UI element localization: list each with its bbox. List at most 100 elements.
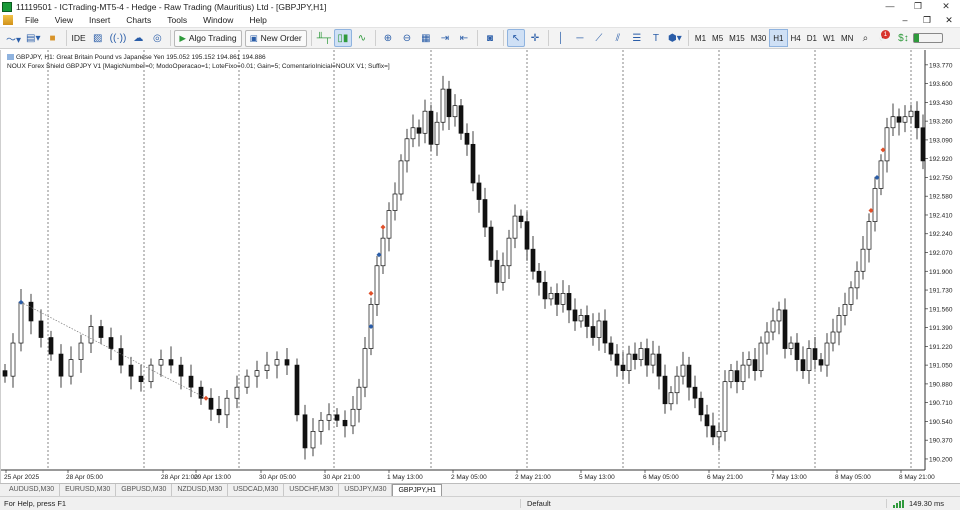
menu-help[interactable]: Help bbox=[241, 13, 274, 27]
bearish-candle bbox=[98, 326, 104, 338]
bullish-candle bbox=[674, 375, 680, 394]
toolbar-separator bbox=[65, 30, 67, 46]
vertical-line-icon[interactable]: │ bbox=[552, 29, 570, 47]
new-order-button[interactable]: ▣ New Order bbox=[244, 29, 307, 47]
tile-windows-icon[interactable]: ▦ bbox=[417, 29, 435, 47]
cloud-icon[interactable]: ☁ bbox=[129, 29, 147, 47]
toolbar-separator bbox=[310, 30, 312, 46]
bearish-candle bbox=[416, 127, 422, 134]
chart-window[interactable]: 193.770 193.600 193.430 193.260 193.090 192.9… bbox=[0, 50, 960, 483]
timeframe-d1[interactable]: D1 bbox=[804, 29, 820, 47]
ide-button[interactable]: IDE bbox=[70, 29, 88, 47]
timeframe-h4[interactable]: H4 bbox=[788, 29, 804, 47]
chart-tab-usdchf[interactable]: USDCHF,M30 bbox=[284, 484, 340, 496]
screenshot-icon[interactable]: ◙ bbox=[481, 29, 499, 47]
timeframe-mn[interactable]: MN bbox=[838, 29, 856, 47]
horizontal-line-icon[interactable]: ─ bbox=[571, 29, 589, 47]
vps-icon[interactable]: ◎ bbox=[148, 29, 166, 47]
bearish-candle bbox=[334, 414, 340, 421]
candlestick-chart[interactable]: 193.770 193.600 193.430 193.260 193.090 192.9… bbox=[1, 50, 960, 483]
cursor-icon[interactable]: ↖ bbox=[506, 29, 525, 47]
bullish-candle bbox=[318, 419, 324, 432]
market-icon[interactable]: ■ bbox=[44, 29, 62, 47]
search-icon[interactable]: ⌕ bbox=[856, 29, 874, 47]
bullish-candle bbox=[440, 88, 446, 123]
timeframe-h1[interactable]: H1 bbox=[769, 29, 788, 47]
bullish-candle bbox=[596, 320, 602, 338]
timeframe-m15[interactable]: M15 bbox=[726, 29, 748, 47]
bearish-candle bbox=[710, 425, 716, 438]
status-profile[interactable]: Default bbox=[520, 499, 886, 508]
menu-window[interactable]: Window bbox=[195, 13, 241, 27]
symbol-icon bbox=[7, 54, 14, 61]
chart-tab-gbpjpy[interactable]: GBPJPY,H1 bbox=[392, 483, 443, 497]
status-ping-value: 149.30 ms bbox=[909, 499, 945, 508]
child-close-button[interactable]: ✕ bbox=[938, 15, 960, 26]
scroll-chart-icon[interactable]: ⇥ bbox=[436, 29, 454, 47]
bearish-candle bbox=[536, 270, 542, 283]
line-type-icon[interactable]: ∿ bbox=[353, 29, 371, 47]
close-button[interactable]: ✕ bbox=[932, 0, 960, 13]
bar-chart-icon[interactable]: ╨┬ bbox=[315, 29, 333, 47]
child-minimize-button[interactable]: – bbox=[894, 15, 916, 26]
chart-tab-nzdusd[interactable]: NZDUSD,M30 bbox=[172, 484, 229, 496]
channel-icon[interactable]: ⫽ bbox=[609, 29, 627, 47]
menu-insert[interactable]: Insert bbox=[81, 13, 118, 27]
bullish-candle bbox=[824, 342, 830, 366]
radio-icon[interactable]: ((·)) bbox=[108, 29, 129, 47]
shapes-icon[interactable]: ⬢▾ bbox=[666, 29, 684, 47]
bearish-candle bbox=[608, 342, 614, 355]
chart-tab-audusd[interactable]: AUDUSD,M30 bbox=[4, 484, 61, 496]
bearish-candle bbox=[168, 359, 174, 366]
menu-charts[interactable]: Charts bbox=[118, 13, 159, 27]
algo-trading-button[interactable]: ▶ Algo Trading bbox=[174, 29, 242, 47]
chart-shift-icon[interactable]: ⇤ bbox=[455, 29, 473, 47]
candle-chart-icon[interactable]: ▯▮ bbox=[333, 29, 352, 47]
bearish-candle bbox=[920, 127, 926, 162]
menu-view[interactable]: View bbox=[47, 13, 81, 27]
line-chart-icon[interactable]: 〜▾ bbox=[4, 29, 23, 47]
bullish-candle bbox=[740, 364, 746, 383]
trend-line-icon[interactable]: ⟋ bbox=[590, 29, 608, 47]
chart-tab-gbpusd[interactable]: GBPUSD,M30 bbox=[116, 484, 173, 496]
bullish-candle bbox=[866, 221, 872, 250]
chart-tab-usdjpy[interactable]: USDJPY,M30 bbox=[339, 484, 393, 496]
bearish-candle bbox=[800, 359, 806, 371]
bearish-candle bbox=[530, 248, 536, 272]
bullish-candle bbox=[386, 210, 392, 239]
status-connection[interactable]: 149.30 ms bbox=[886, 499, 960, 508]
zoom-in-icon[interactable]: ⊕ bbox=[379, 29, 397, 47]
crosshair-icon[interactable]: ✛ bbox=[526, 29, 544, 47]
timeframe-m5[interactable]: M5 bbox=[709, 29, 726, 47]
bullish-candle bbox=[10, 342, 16, 377]
child-restore-button[interactable]: ❐ bbox=[916, 15, 938, 26]
minimize-button[interactable]: — bbox=[876, 0, 904, 13]
template-icon[interactable]: ▤▾ bbox=[24, 29, 42, 47]
bullish-candle bbox=[374, 265, 380, 305]
chart-tab-eurusd[interactable]: EURUSD,M30 bbox=[60, 484, 117, 496]
account-balance-icon[interactable]: $↕ bbox=[894, 29, 912, 47]
signal-icon[interactable]: ▨ bbox=[89, 29, 107, 47]
chart-tab-usdcad[interactable]: USDCAD,M30 bbox=[228, 484, 285, 496]
bearish-candle bbox=[698, 397, 704, 416]
restore-button[interactable]: ❐ bbox=[904, 0, 932, 13]
text-icon[interactable]: T bbox=[647, 29, 665, 47]
notifications-icon[interactable]: ◔1 bbox=[875, 29, 893, 47]
bullish-candle bbox=[158, 359, 164, 366]
timeframe-w1[interactable]: W1 bbox=[820, 29, 838, 47]
bearish-candle bbox=[620, 364, 626, 371]
timeframe-m30[interactable]: M30 bbox=[748, 29, 770, 47]
bullish-candle bbox=[512, 215, 518, 239]
zoom-out-icon[interactable]: ⊖ bbox=[398, 29, 416, 47]
bullish-candle bbox=[148, 364, 154, 383]
timeframe-m1[interactable]: M1 bbox=[692, 29, 709, 47]
bearish-candle bbox=[216, 408, 222, 416]
bearish-candle bbox=[118, 348, 124, 366]
menu-tools[interactable]: Tools bbox=[159, 13, 195, 27]
chart-symbol-line: GBPJPY, H1: Great Britain Pound vs Japan… bbox=[16, 54, 266, 61]
fibonacci-icon[interactable]: ☰ bbox=[628, 29, 646, 47]
menu-file[interactable]: File bbox=[17, 13, 47, 27]
price-label: 192.070 bbox=[929, 250, 953, 257]
time-label: 28 Apr 21:00 bbox=[161, 474, 198, 481]
bullish-candle bbox=[854, 270, 860, 289]
